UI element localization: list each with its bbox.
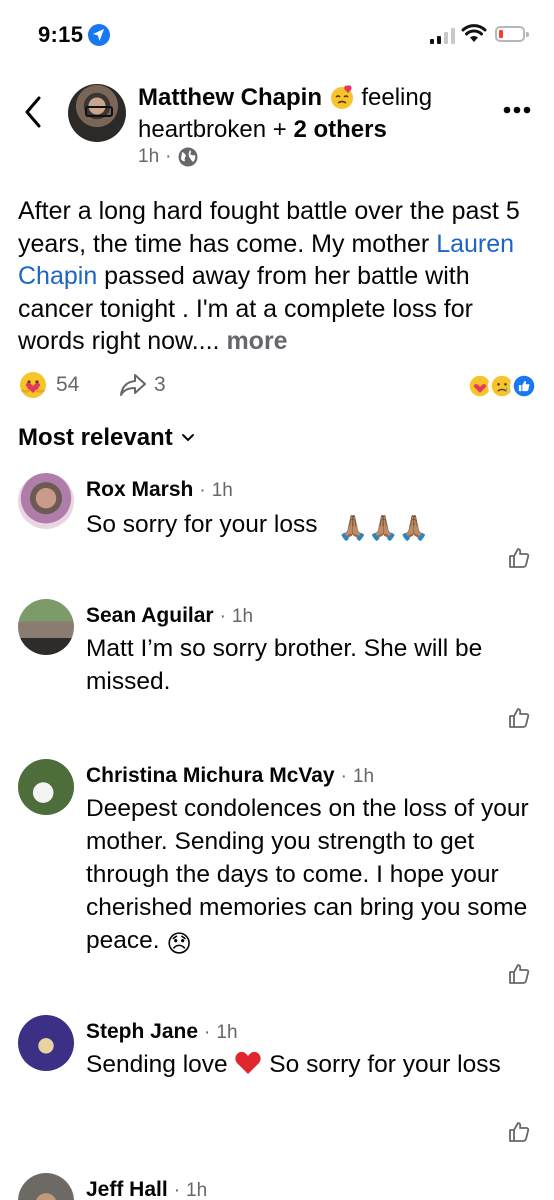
comment-time[interactable]: 1h <box>186 1180 207 1200</box>
feeling-word: heartbroken <box>138 116 267 143</box>
post-header: Matthew Chapin feeling heartbroken + 2 o… <box>138 84 433 143</box>
comment-separator: · <box>204 1022 211 1043</box>
like-thumb-icon[interactable] <box>507 706 531 730</box>
meta-separator: · <box>165 146 172 167</box>
battery-icon <box>495 26 529 42</box>
commenter-name[interactable]: Rox Marsh <box>86 478 193 502</box>
comment-separator: · <box>173 1180 181 1200</box>
like-reaction-icon <box>510 372 538 400</box>
share-summary[interactable]: 3 <box>118 372 166 398</box>
feeling-label: feeling <box>361 84 433 111</box>
comment-separator: · <box>219 606 226 627</box>
commenter-name[interactable]: Sean Aguilar <box>86 604 214 628</box>
status-time: 9:15 <box>38 22 84 47</box>
comment-time[interactable]: 1h <box>353 766 374 788</box>
comment-time[interactable]: 1h <box>216 1022 237 1044</box>
wifi-icon <box>461 24 487 42</box>
reaction-count: 54 <box>56 373 80 396</box>
comment-time[interactable]: 1h <box>232 606 253 628</box>
globe-icon <box>178 147 198 167</box>
post-time[interactable]: 1h <box>138 146 159 168</box>
signal-icon <box>430 28 456 44</box>
commenter-avatar[interactable] <box>18 1015 74 1071</box>
location-arrow-icon <box>88 24 110 46</box>
post-meta: 1h · <box>138 146 199 168</box>
like-thumb-icon[interactable] <box>507 962 531 986</box>
back-chevron-icon[interactable] <box>22 95 44 129</box>
commenter-avatar[interactable] <box>18 599 74 655</box>
status-bar: 9:15 <box>0 0 554 70</box>
tagged-others-link[interactable]: 2 others <box>293 116 386 143</box>
commenter-avatar[interactable] <box>18 473 74 529</box>
reaction-summary[interactable]: 54 <box>18 370 79 400</box>
post-body: After a long hard fought battle over the… <box>18 197 520 355</box>
share-arrow-icon <box>120 374 146 396</box>
care-reaction-icon <box>20 372 46 398</box>
sort-label: Most relevant <box>18 424 173 451</box>
comment-text: Sending love So sorry for your loss <box>86 1051 501 1078</box>
comment-text: Matt I’m so sorry brother. She will be m… <box>86 635 483 695</box>
commenter-name[interactable]: Christina Michura McVay <box>86 764 335 788</box>
comment-sort-dropdown[interactable]: Most relevant <box>18 424 195 452</box>
like-thumb-icon[interactable] <box>507 546 531 570</box>
heartbroken-emoji-icon <box>330 85 353 109</box>
comment-text: Deepest condolences on the loss of your … <box>86 792 546 961</box>
praying-hands-emoji: 🙏🏽🙏🏽🙏🏽 <box>337 515 430 542</box>
disappointed-emoji: 😞 <box>166 931 192 958</box>
commenter-name[interactable]: Steph Jane <box>86 1020 198 1044</box>
comment-time[interactable]: 1h <box>212 480 233 502</box>
reaction-icons-stack[interactable] <box>466 372 540 400</box>
commenter-avatar[interactable] <box>18 1173 74 1200</box>
see-more-link[interactable]: more <box>226 327 287 355</box>
commenter-avatar[interactable] <box>18 759 74 815</box>
chevron-down-icon <box>181 434 194 442</box>
author-name[interactable]: Matthew Chapin <box>138 84 322 111</box>
share-count: 3 <box>154 373 166 396</box>
more-options-icon[interactable] <box>503 106 531 114</box>
comment-separator: · <box>340 766 347 787</box>
author-avatar[interactable] <box>68 84 126 142</box>
like-thumb-icon[interactable] <box>507 1120 531 1144</box>
commenter-name[interactable]: Jeff Hall <box>86 1178 168 1200</box>
comment-separator: · <box>199 480 206 501</box>
red-heart-icon <box>235 1051 262 1074</box>
comment-text: So sorry for your loss 🙏🏽🙏🏽🙏🏽 <box>86 508 546 545</box>
